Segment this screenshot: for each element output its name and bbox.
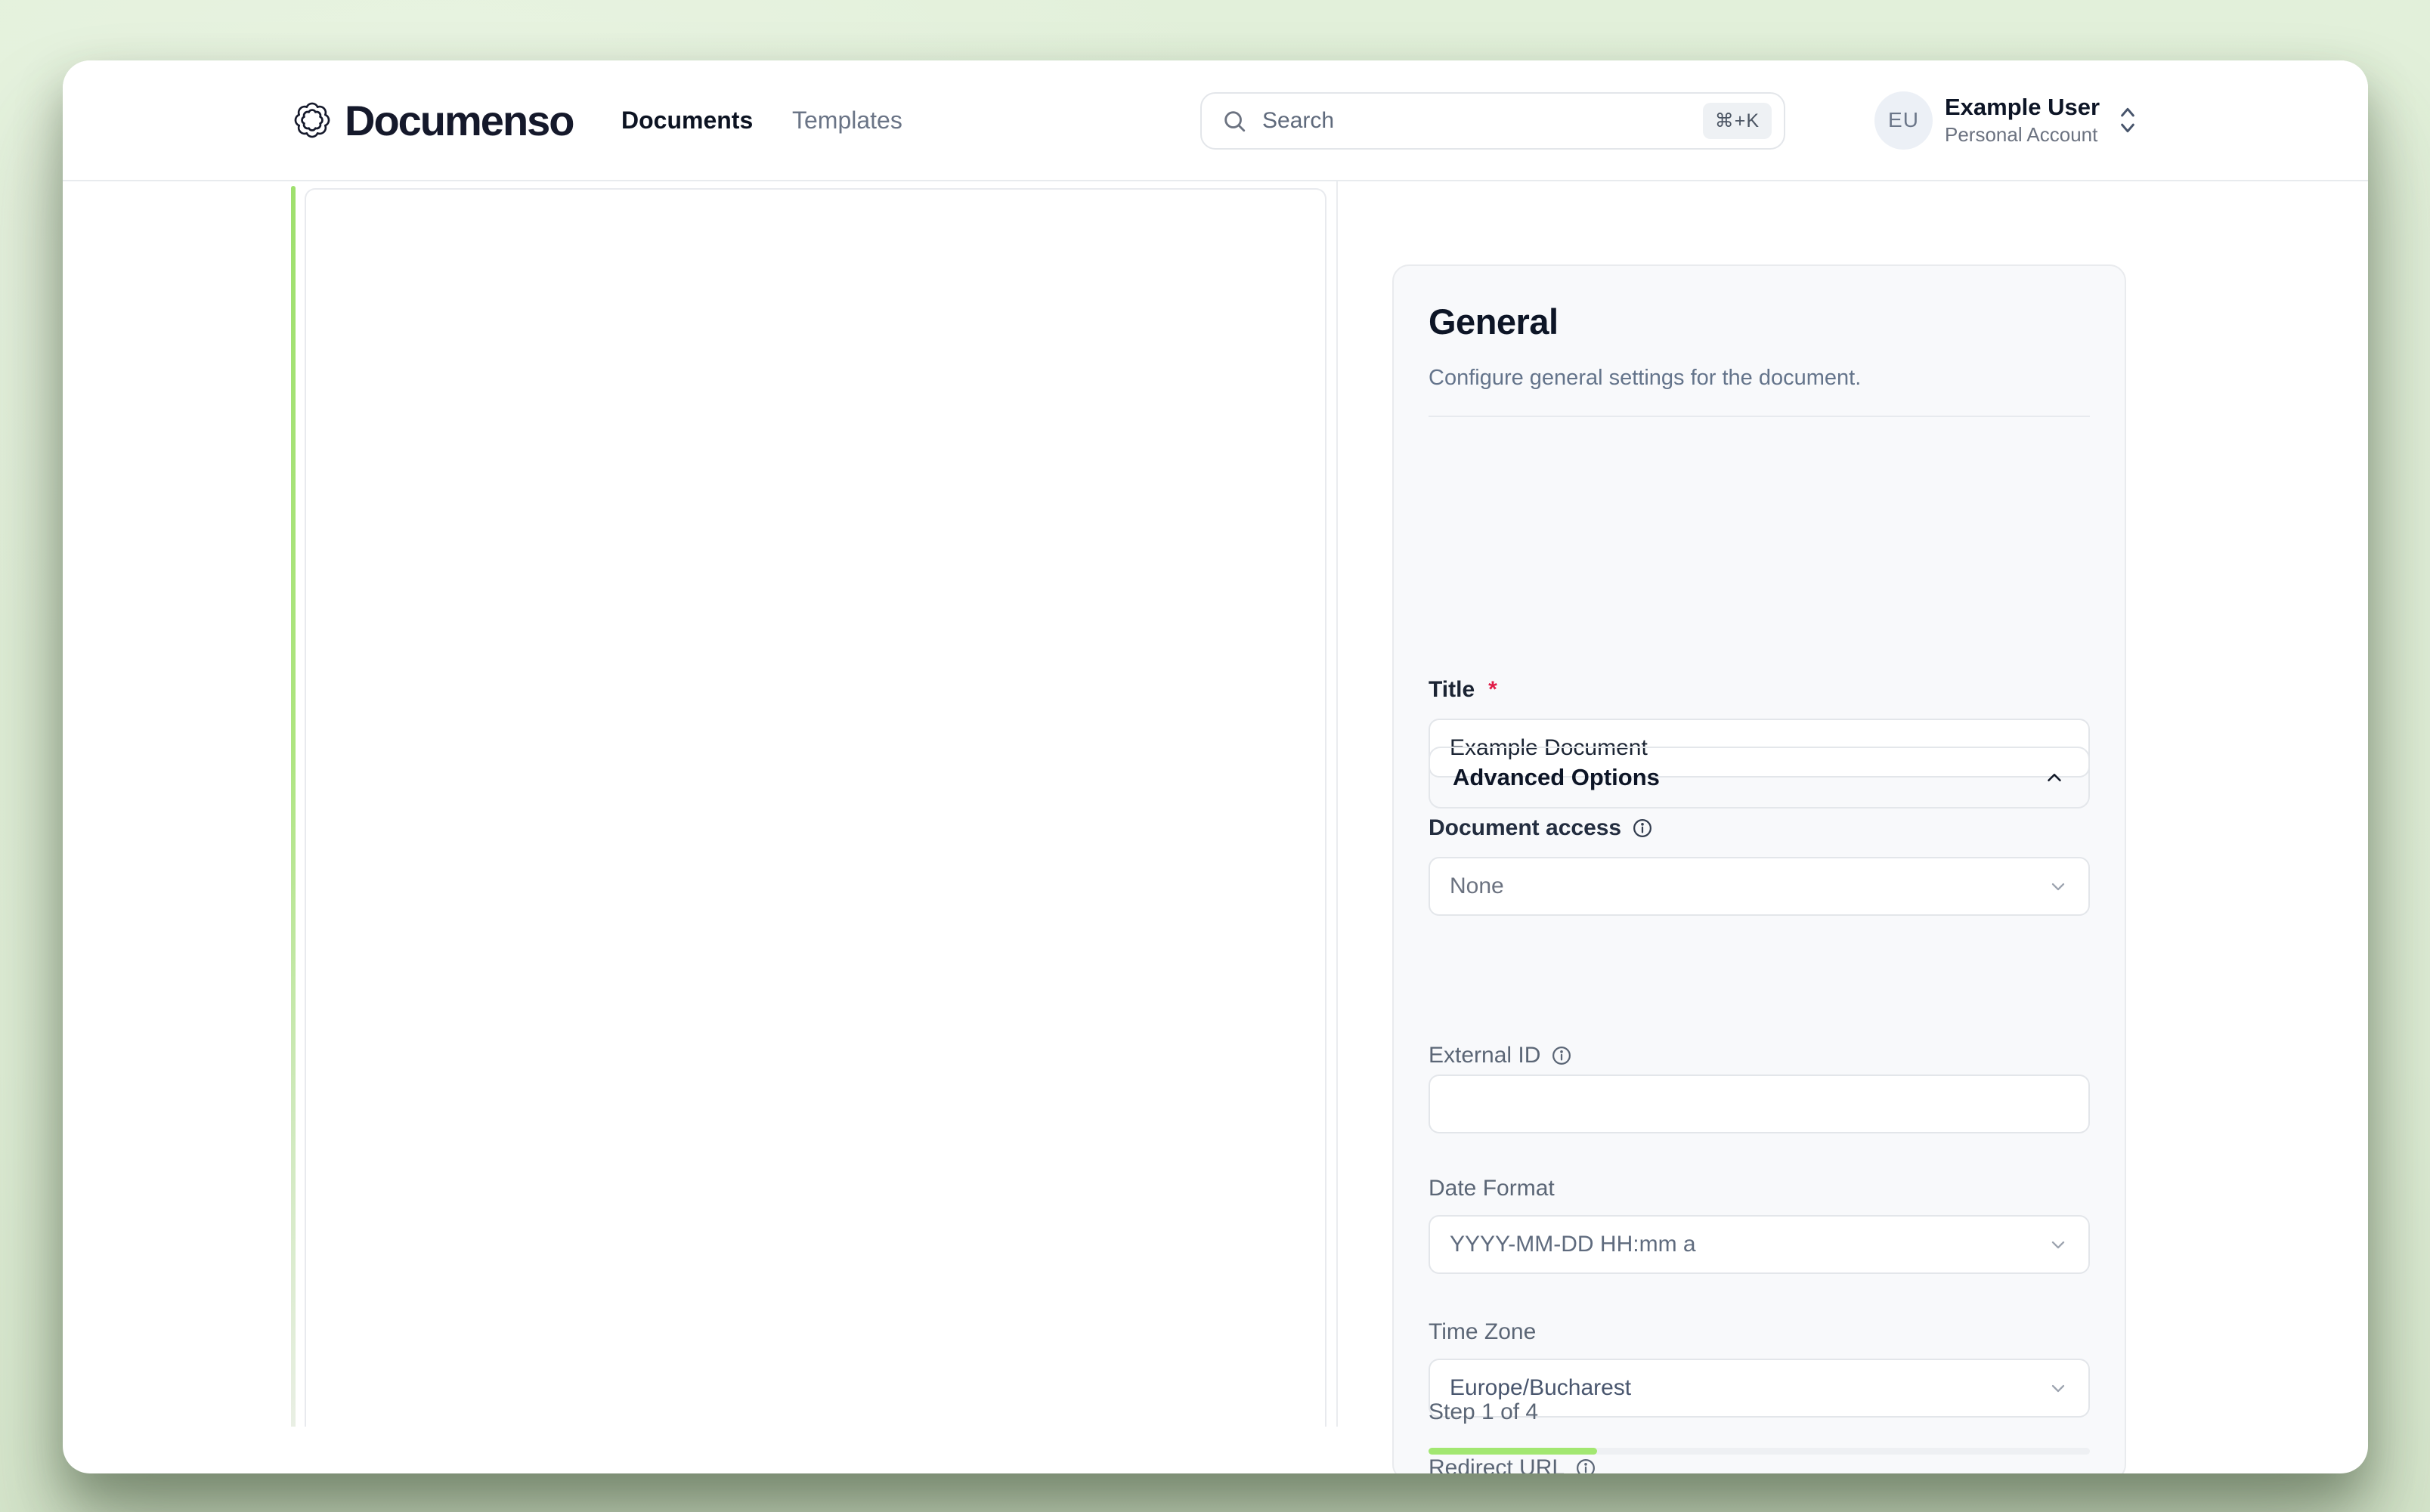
panel-title: General <box>1429 301 1559 342</box>
document-page <box>305 188 1326 1427</box>
brand-wordmark: Documenso <box>345 96 574 145</box>
external-id-input[interactable] <box>1429 1074 2090 1133</box>
document-access-select[interactable]: None <box>1429 857 2090 916</box>
date-format-select[interactable]: YYYY-MM-DD HH:mm a <box>1429 1215 2090 1274</box>
nav-item-documents[interactable]: Documents <box>621 60 753 180</box>
info-icon[interactable] <box>1632 818 1653 839</box>
panel-subtitle: Configure general settings for the docum… <box>1429 366 1861 391</box>
user-menu[interactable]: EU Example User Personal Account <box>1874 60 2139 180</box>
title-label: Title* <box>1429 677 1497 703</box>
search-input[interactable]: Search ⌘+K <box>1200 92 1785 150</box>
document-viewer-pane <box>63 181 1338 1427</box>
chevron-down-icon <box>2048 1377 2069 1399</box>
document-accent-bar <box>291 186 296 1427</box>
user-account-type: Personal Account <box>1945 124 2100 147</box>
chevron-up-down-icon <box>2116 104 2139 137</box>
avatar: EU <box>1874 91 1933 150</box>
nav-item-templates[interactable]: Templates <box>792 60 902 180</box>
progress-fill <box>1429 1448 1597 1455</box>
info-icon[interactable] <box>1551 1045 1572 1066</box>
wizard-progress-track <box>1429 1448 2090 1455</box>
general-settings-panel: General Configure general settings for t… <box>1392 264 2126 1473</box>
search-placeholder: Search <box>1262 108 1703 134</box>
chevron-up-icon <box>2043 766 2066 789</box>
date-format-label: Date Format <box>1429 1176 1555 1201</box>
documenso-seal-icon <box>293 101 331 139</box>
chevron-down-icon <box>2048 876 2069 897</box>
time-zone-label: Time Zone <box>1429 1319 1536 1345</box>
settings-pane: General Configure general settings for t… <box>1339 181 2368 1427</box>
search-shortcut-badge: ⌘+K <box>1703 103 1772 139</box>
user-name: Example User <box>1945 94 2100 121</box>
chevron-down-icon <box>2048 1234 2069 1255</box>
brand-logo[interactable]: Documenso <box>293 60 574 180</box>
redirect-url-label: Redirect URL <box>1429 1455 1596 1473</box>
divider <box>1429 416 2090 417</box>
info-icon[interactable] <box>1575 1458 1596 1473</box>
app-window: Documenso Documents Templates Search ⌘+K… <box>63 60 2368 1473</box>
search-icon <box>1221 108 1247 134</box>
document-access-label: Document access <box>1429 815 1653 841</box>
advanced-options-toggle[interactable]: Advanced Options <box>1429 747 2090 809</box>
wizard-step-label: Step 1 of 4 <box>1429 1399 1538 1425</box>
external-id-label: External ID <box>1429 1043 1572 1068</box>
top-navbar: Documenso Documents Templates Search ⌘+K… <box>63 60 2368 181</box>
required-asterisk: * <box>1488 677 1497 703</box>
